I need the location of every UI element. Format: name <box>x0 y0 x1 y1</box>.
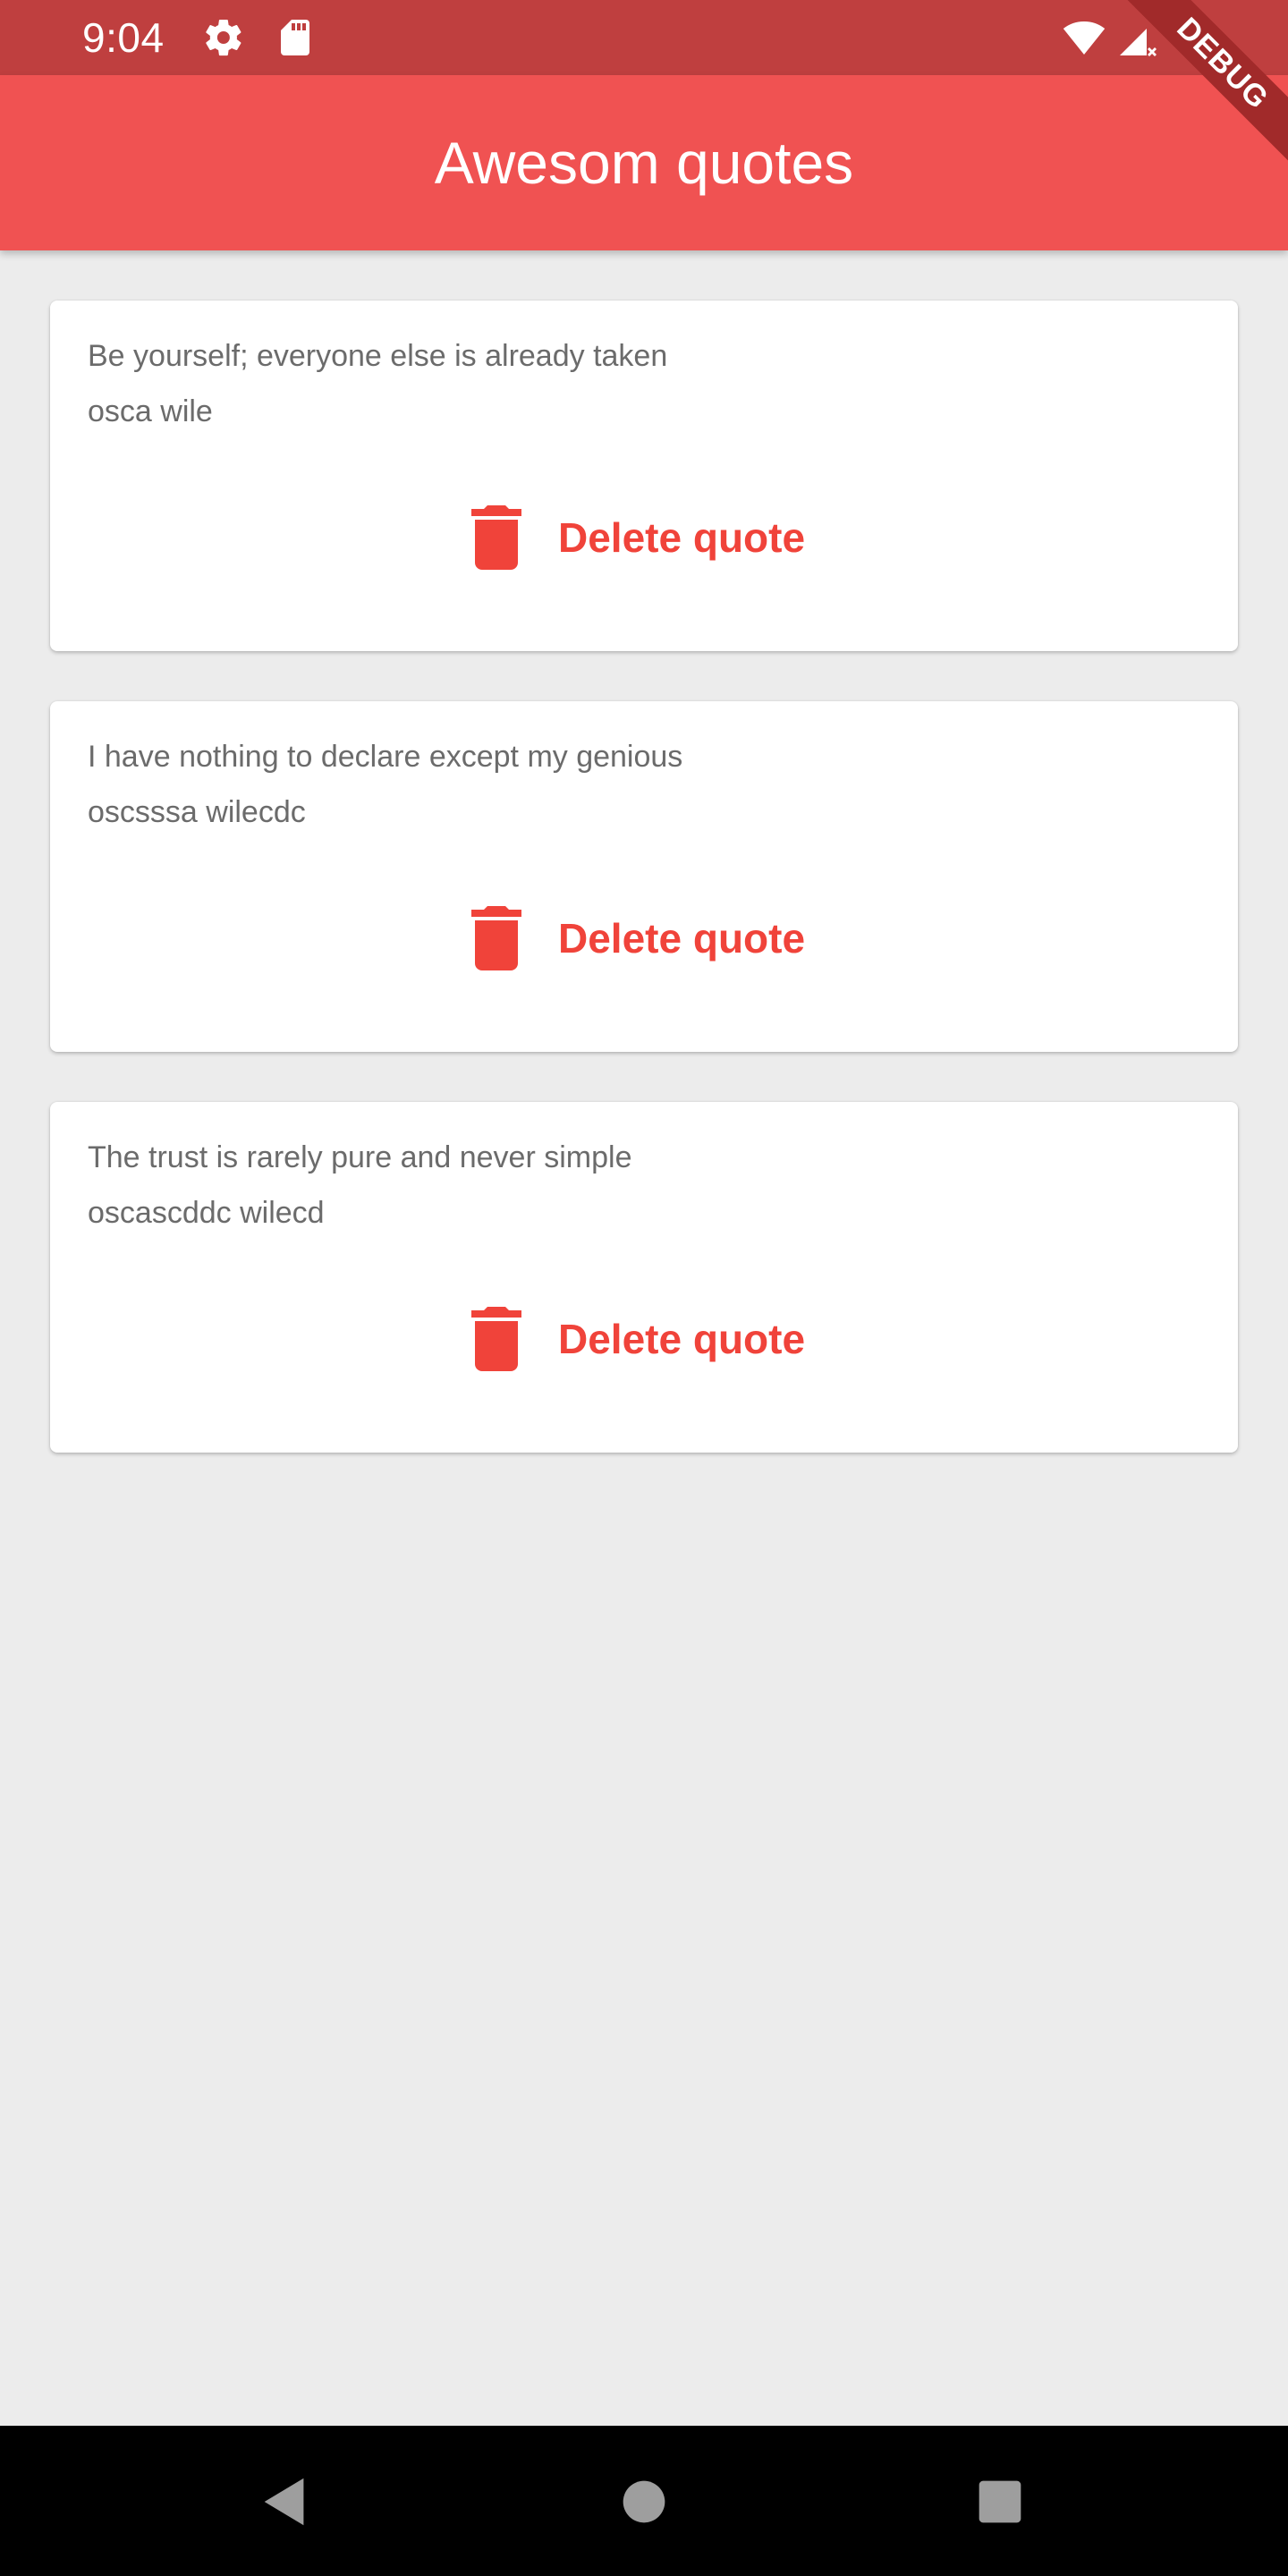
app-title: Awesom quotes <box>434 130 854 196</box>
trash-icon <box>470 906 522 970</box>
delete-quote-button[interactable]: Delete quote <box>470 497 805 578</box>
back-icon[interactable] <box>254 2470 317 2533</box>
trash-icon <box>470 1307 522 1371</box>
delete-quote-button[interactable]: Delete quote <box>470 1299 805 1379</box>
delete-quote-label: Delete quote <box>558 514 806 561</box>
delete-quote-label: Delete quote <box>558 915 806 962</box>
quote-author: oscascddc wilecd <box>88 1196 325 1230</box>
quote-card: Be yourself; everyone else is already ta… <box>50 301 1238 651</box>
trash-icon <box>470 505 522 570</box>
status-bar: 9:04 <box>0 0 1288 75</box>
quote-card: The trust is rarely pure and never simpl… <box>50 1102 1238 1453</box>
gear-icon <box>202 16 245 59</box>
delete-quote-button[interactable]: Delete quote <box>470 898 805 979</box>
delete-quote-label: Delete quote <box>558 1316 806 1362</box>
quote-text: Be yourself; everyone else is already ta… <box>88 339 668 373</box>
wifi-icon <box>1063 16 1106 59</box>
recents-icon[interactable] <box>969 2470 1031 2533</box>
quote-card: I have nothing to declare except my geni… <box>50 701 1238 1052</box>
app-screen: 9:04 Awesom quotes DEBUG Be yourself; ev… <box>0 0 1288 2576</box>
quote-author: osca wile <box>88 394 213 428</box>
status-time: 9:04 <box>82 14 165 61</box>
quote-author: oscsssa wilecdc <box>88 795 306 829</box>
quote-text: I have nothing to declare except my geni… <box>88 740 683 774</box>
app-bar: Awesom quotes <box>0 75 1288 250</box>
sd-card-icon <box>274 16 317 59</box>
home-icon[interactable] <box>613 2470 675 2533</box>
navigation-bar <box>0 2426 1288 2576</box>
quote-text: The trust is rarely pure and never simpl… <box>88 1140 632 1174</box>
